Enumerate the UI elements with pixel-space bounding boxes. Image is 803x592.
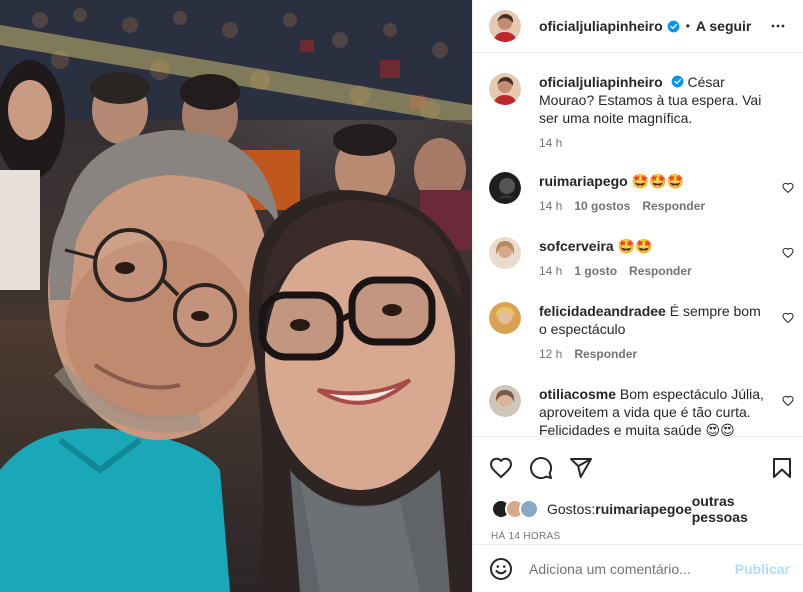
comment-time: 14 h	[539, 199, 563, 213]
commenter-username[interactable]: ruimariapego	[539, 173, 628, 189]
comment-time: 12 h	[539, 347, 563, 361]
post-header: oficialjuliapinheiro • A seguir	[473, 0, 803, 53]
comment-input[interactable]	[529, 560, 727, 577]
comment-item: ruimariapego 🤩🤩🤩 14 h 10 gostos Responde…	[473, 172, 803, 215]
commenter-avatar[interactable]	[489, 237, 521, 269]
more-options-button[interactable]	[766, 14, 790, 38]
comment-text: 🤩🤩🤩	[631, 173, 684, 189]
commenter-avatar[interactable]	[489, 302, 521, 334]
verified-badge-icon	[671, 75, 683, 88]
commenter-avatar[interactable]	[489, 172, 521, 204]
publish-button[interactable]: Publicar	[735, 561, 790, 577]
post-photo[interactable]	[0, 0, 472, 592]
caption-username[interactable]: oficialjuliapinheiro	[539, 74, 663, 90]
author-avatar[interactable]	[489, 73, 521, 105]
bookmark-icon[interactable]	[770, 456, 794, 480]
commenter-username[interactable]: sofcerveira	[539, 238, 614, 254]
likes-connector: e	[683, 501, 692, 517]
post-time-ago: HÁ 14 HORAS	[491, 531, 561, 542]
liker-avatars	[491, 499, 541, 519]
likes-summary[interactable]: Gostos: ruimariapego e outras pessoas	[473, 487, 803, 525]
comment-time: 14 h	[539, 264, 563, 278]
reply-button[interactable]: Responder	[574, 345, 637, 363]
likes-user[interactable]: ruimariapego	[595, 501, 684, 517]
comment-likes[interactable]: 10 gostos	[574, 197, 630, 215]
comment-icon[interactable]	[529, 456, 553, 480]
comment-likes[interactable]: 1 gosto	[574, 262, 617, 280]
verified-badge-icon	[667, 20, 680, 32]
comments-list[interactable]: oficialjuliapinheiro César Mourao? Estam…	[473, 53, 803, 436]
smiley-icon[interactable]	[489, 557, 513, 581]
heart-icon[interactable]	[489, 456, 513, 480]
post-details-panel: oficialjuliapinheiro • A seguir oficialj…	[472, 0, 803, 592]
likes-others[interactable]: outras pessoas	[692, 493, 788, 525]
comment-item: sofcerveira 🤩🤩 14 h 1 gosto Responder	[473, 237, 803, 280]
more-horizontal-icon	[771, 24, 785, 28]
caption-time: 14 h	[539, 136, 563, 150]
caption-row: oficialjuliapinheiro César Mourao? Estam…	[473, 73, 803, 152]
commenter-username[interactable]: otiliacosme	[539, 386, 616, 402]
comment-text: 🤩🤩	[617, 238, 653, 254]
comment-heart-icon[interactable]	[782, 247, 794, 259]
commenter-username[interactable]: felicidadeandradee	[539, 303, 666, 319]
commenter-avatar[interactable]	[489, 385, 521, 417]
paper-plane-icon[interactable]	[569, 456, 593, 480]
author-avatar[interactable]	[489, 10, 521, 42]
following-button[interactable]: A seguir	[696, 18, 752, 34]
separator-dot: •	[685, 19, 690, 33]
likes-prefix: Gostos:	[547, 501, 596, 517]
comment-heart-icon[interactable]	[782, 395, 794, 407]
add-comment-bar: Publicar	[473, 544, 803, 592]
reply-button[interactable]: Responder	[629, 262, 692, 280]
author-username[interactable]: oficialjuliapinheiro	[539, 18, 663, 34]
comment-item: felicidadeandradee É sempre bom o espect…	[473, 302, 803, 363]
comment-heart-icon[interactable]	[782, 312, 794, 324]
caption-body: oficialjuliapinheiro César Mourao? Estam…	[539, 73, 771, 152]
post-actions: Gostos: ruimariapego e outras pessoas HÁ…	[473, 436, 803, 544]
selfie-illustration	[0, 0, 472, 592]
comment-item: otiliacosme Bom espectáculo Júlia, aprov…	[473, 385, 803, 436]
comment-heart-icon[interactable]	[782, 182, 794, 194]
reply-button[interactable]: Responder	[642, 197, 705, 215]
